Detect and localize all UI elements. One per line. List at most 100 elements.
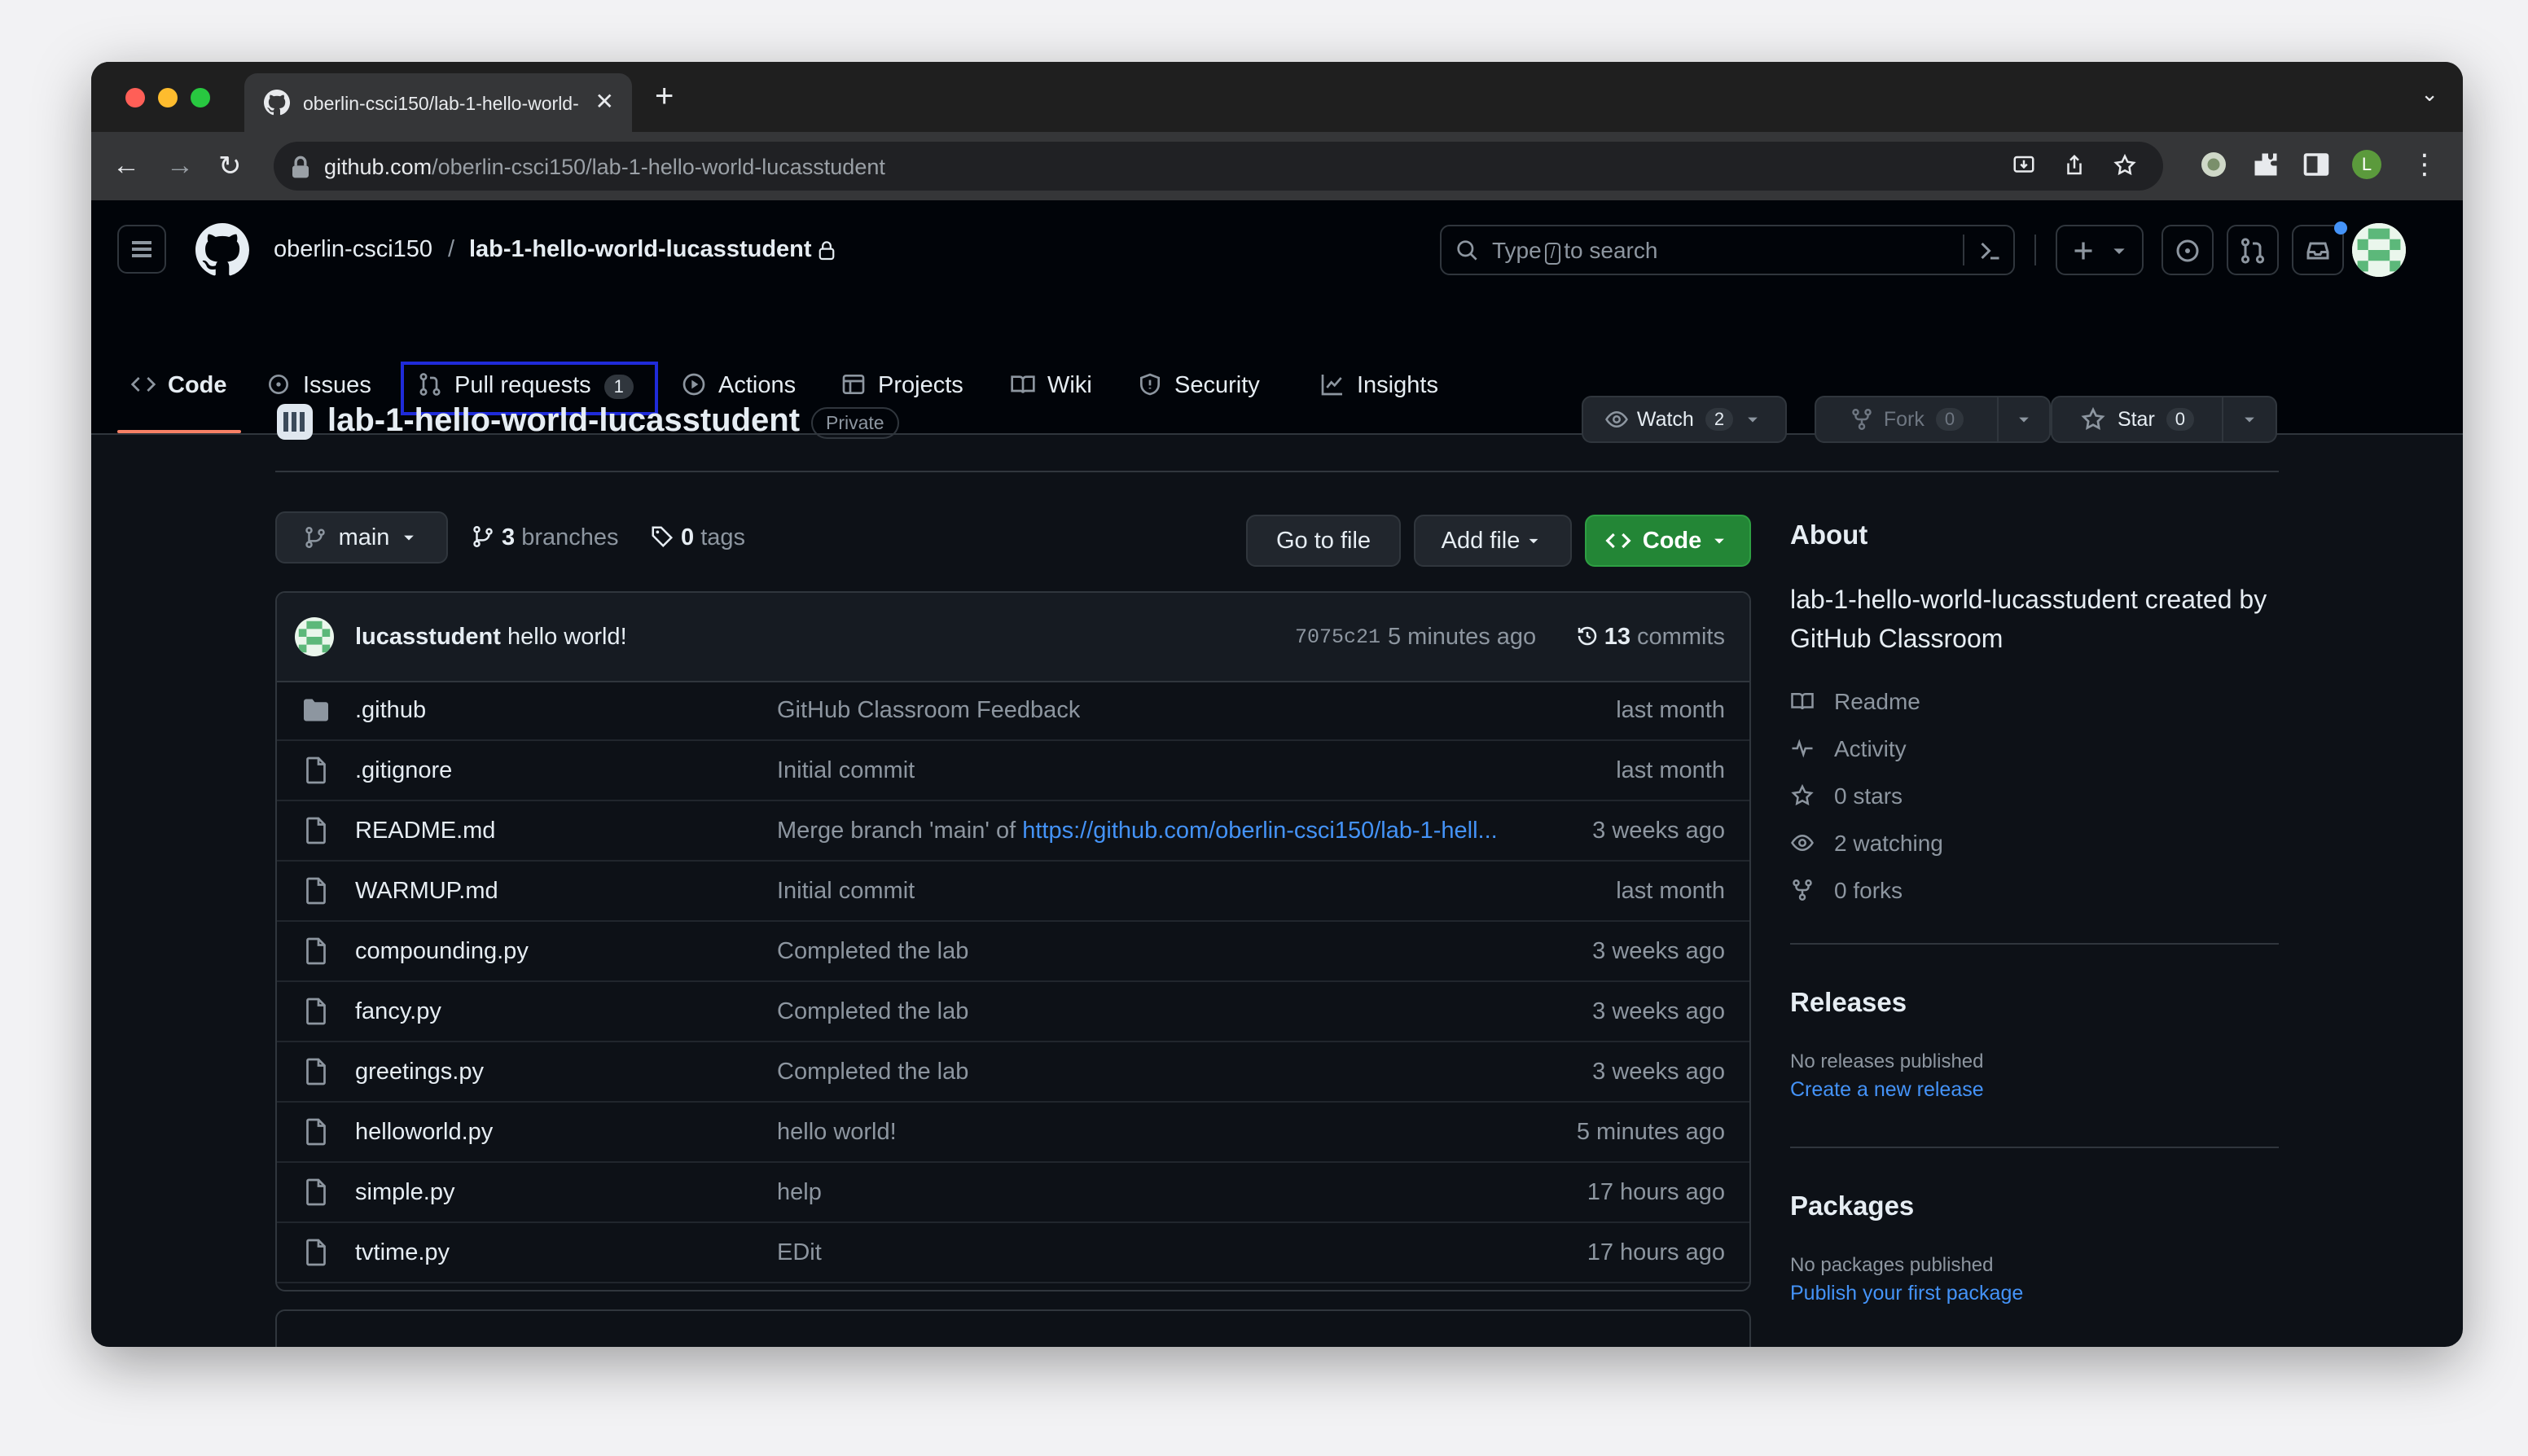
add-file-button[interactable]: Add file xyxy=(1414,515,1572,567)
file-commit-message[interactable]: Completed the lab xyxy=(777,1059,968,1085)
branches-link[interactable]: 3 branches xyxy=(471,524,619,551)
commits-history-link[interactable]: 13 commits xyxy=(1575,624,1725,651)
file-name-link[interactable]: .github xyxy=(355,697,426,724)
share-icon[interactable] xyxy=(2062,153,2087,178)
side-panel-icon[interactable] xyxy=(2302,150,2331,179)
releases-heading[interactable]: Releases xyxy=(1790,987,2279,1018)
code-button[interactable]: Code xyxy=(1585,515,1751,567)
new-tab-button[interactable]: + xyxy=(655,78,674,115)
profile-avatar[interactable]: L xyxy=(2352,150,2381,179)
file-commit-message[interactable]: Initial commit xyxy=(777,757,915,784)
pull-requests-button[interactable] xyxy=(2227,225,2279,275)
identicon-icon xyxy=(2352,223,2406,277)
tab-actions[interactable]: Actions xyxy=(681,371,796,404)
file-row[interactable]: .github GitHub Classroom Feedback last mon… xyxy=(277,681,1749,741)
fork-button[interactable]: Fork 0 xyxy=(1815,396,1999,443)
file-name-link[interactable]: .gitignore xyxy=(355,757,452,784)
user-avatar[interactable] xyxy=(2352,223,2406,277)
breadcrumb-org[interactable]: oberlin-csci150 xyxy=(274,236,432,263)
fork-dropdown-button[interactable] xyxy=(1997,396,2051,443)
file-commit-message[interactable]: help xyxy=(777,1179,822,1206)
global-menu-button[interactable] xyxy=(117,225,166,274)
github-logo-icon[interactable] xyxy=(195,223,249,277)
create-new-button[interactable] xyxy=(2056,225,2144,275)
bookmark-star-icon[interactable] xyxy=(2113,153,2137,178)
file-name-link[interactable]: fancy.py xyxy=(355,998,441,1025)
watching-link[interactable]: 2 watching xyxy=(1790,831,1943,857)
install-app-icon[interactable] xyxy=(2012,153,2036,178)
file-icon xyxy=(306,1118,326,1146)
commit-sha[interactable]: 7075c21 xyxy=(1295,625,1380,649)
close-window-button[interactable] xyxy=(125,88,145,107)
star-icon xyxy=(1791,783,1814,806)
extension-globe-icon[interactable] xyxy=(2199,150,2228,179)
forks-link[interactable]: 0 forks xyxy=(1790,878,1903,904)
file-name-link[interactable]: simple.py xyxy=(355,1179,455,1206)
file-row[interactable]: compounding.py Completed the lab 3 weeks a… xyxy=(277,922,1749,982)
publish-package-link[interactable]: Publish your first package xyxy=(1790,1282,2279,1305)
command-palette-icon[interactable] xyxy=(1976,236,2005,265)
commit-author-link[interactable]: lucasstudent xyxy=(355,624,501,650)
tab-security[interactable]: Security xyxy=(1137,371,1260,404)
tab-insights[interactable]: Insights xyxy=(1319,371,1438,404)
readme-link[interactable]: Readme xyxy=(1790,689,1920,715)
file-row[interactable]: WARMUP.md Initial commit last month xyxy=(277,862,1749,922)
search-input[interactable]: Type / to search xyxy=(1440,225,2015,275)
repo-owner-avatar[interactable] xyxy=(275,402,314,441)
file-name-link[interactable]: README.md xyxy=(355,818,495,844)
file-row[interactable]: greetings.py Completed the lab 3 weeks ago xyxy=(277,1042,1749,1103)
file-commit-message[interactable]: Merge branch 'main' of https://github.co… xyxy=(777,818,1498,844)
maximize-window-button[interactable] xyxy=(191,88,210,107)
file-commit-message[interactable]: GitHub Classroom Feedback xyxy=(777,697,1080,724)
commit-message-link[interactable]: hello world! xyxy=(507,624,627,650)
branch-select-button[interactable]: main xyxy=(275,511,448,564)
file-name-link[interactable]: helloworld.py xyxy=(355,1119,493,1146)
tags-link[interactable]: 0 tags xyxy=(650,524,745,551)
watch-button[interactable]: Watch 2 xyxy=(1582,396,1787,443)
file-row[interactable]: helloworld.py hello world! 5 minutes ago xyxy=(277,1103,1749,1163)
file-name-link[interactable]: WARMUP.md xyxy=(355,878,498,905)
inbox-button[interactable] xyxy=(2292,221,2347,275)
file-row[interactable]: fancy.py Completed the lab 3 weeks ago xyxy=(277,982,1749,1042)
minimize-window-button[interactable] xyxy=(158,88,178,107)
forward-arrow-icon[interactable]: → xyxy=(166,150,194,182)
file-commit-message[interactable]: Completed the lab xyxy=(777,938,968,965)
tab-close-icon[interactable]: ✕ xyxy=(595,88,614,115)
tab-code[interactable]: Code xyxy=(130,371,227,404)
file-row[interactable]: tvtime.py EDit 17 hours ago xyxy=(277,1223,1749,1283)
star-dropdown-button[interactable] xyxy=(2222,396,2277,443)
address-bar[interactable]: github.com/oberlin-csci150/lab-1-hello-w… xyxy=(274,142,2163,191)
extensions-puzzle-icon[interactable] xyxy=(2251,150,2280,179)
file-commit-message[interactable]: Initial commit xyxy=(777,878,915,905)
go-to-file-button[interactable]: Go to file xyxy=(1246,515,1401,567)
star-button[interactable]: Star 0 xyxy=(2051,396,2223,443)
slash-key-hint: / xyxy=(1544,243,1561,265)
file-commit-message[interactable]: hello world! xyxy=(777,1119,897,1146)
file-row[interactable]: .gitignore Initial commit last month xyxy=(277,741,1749,801)
repo-name-title[interactable]: lab-1-hello-world-lucasstudent xyxy=(327,402,800,439)
breadcrumb-repo[interactable]: lab-1-hello-world-lucasstudent xyxy=(469,236,812,263)
file-name-link[interactable]: tvtime.py xyxy=(355,1239,450,1266)
create-release-link[interactable]: Create a new release xyxy=(1790,1078,2279,1102)
stars-link[interactable]: 0 stars xyxy=(1790,783,1903,809)
tab-projects[interactable]: Projects xyxy=(840,371,963,404)
packages-heading[interactable]: Packages xyxy=(1790,1191,2279,1221)
file-row[interactable]: simple.py help 17 hours ago xyxy=(277,1163,1749,1223)
commit-author-avatar[interactable] xyxy=(295,617,334,656)
file-row[interactable]: README.md Merge branch 'main' of https://… xyxy=(277,801,1749,862)
file-commit-message[interactable]: Completed the lab xyxy=(777,998,968,1025)
issues-button[interactable] xyxy=(2162,225,2214,275)
file-commit-message[interactable]: EDit xyxy=(777,1239,822,1266)
browser-menu-icon[interactable]: ⋮ xyxy=(2411,148,2438,181)
tab-wiki[interactable]: Wiki xyxy=(1010,371,1092,404)
file-name-link[interactable]: greetings.py xyxy=(355,1059,484,1085)
tab-search-chevron-icon[interactable]: ⌄ xyxy=(2420,81,2438,107)
file-name-link[interactable]: compounding.py xyxy=(355,938,529,965)
star-icon xyxy=(2081,406,2105,430)
reload-icon[interactable]: ↻ xyxy=(218,150,242,182)
tab-issues[interactable]: Issues xyxy=(266,371,371,404)
browser-tab[interactable]: oberlin-csci150/lab-1-hello-world-lucass… xyxy=(244,73,632,132)
activity-link[interactable]: Activity xyxy=(1790,736,1907,762)
back-arrow-icon[interactable]: ← xyxy=(112,150,140,182)
commit-link[interactable]: https://github.com/oberlin-csci150/lab-1… xyxy=(1022,818,1498,844)
